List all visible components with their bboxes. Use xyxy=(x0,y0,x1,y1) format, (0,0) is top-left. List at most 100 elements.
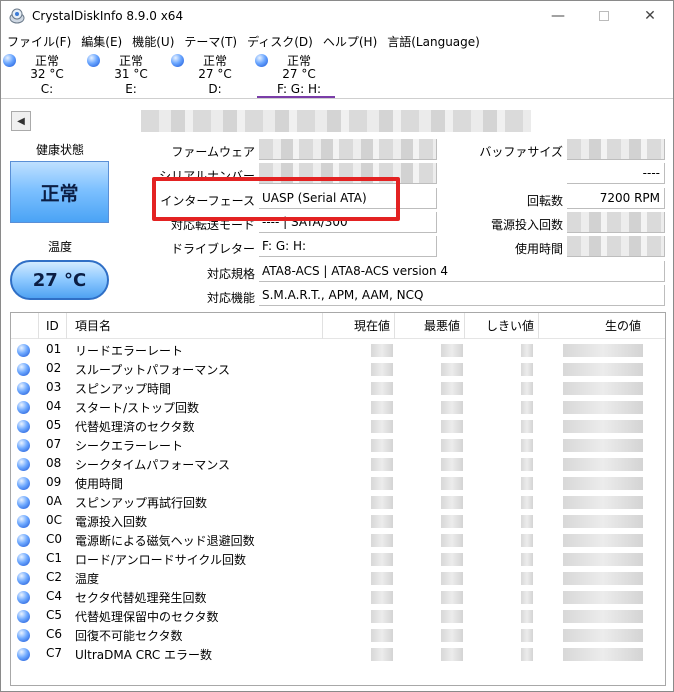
header-raw-value[interactable]: 生の値 xyxy=(539,313,643,339)
attribute-id: 08 xyxy=(46,456,62,470)
attribute-id: C6 xyxy=(46,627,63,641)
health-status-icon xyxy=(17,515,30,528)
previous-drive-button[interactable]: ◀ xyxy=(11,111,31,131)
drive-temp: 27 °C xyxy=(282,67,316,81)
health-status-button[interactable]: 正常 xyxy=(10,161,109,223)
header-attribute-name[interactable]: 項目名 xyxy=(67,313,323,339)
threshold-value-redacted xyxy=(521,496,533,509)
current-value-redacted xyxy=(371,420,393,433)
table-row[interactable]: C2 温度 xyxy=(11,569,665,588)
power-on-hours-label: 使用時間 xyxy=(514,242,563,256)
active-tab-indicator xyxy=(257,96,335,98)
menu-function[interactable]: 機能(U) xyxy=(132,33,174,50)
current-value-redacted xyxy=(371,515,393,528)
smart-attributes-table[interactable]: ID 項目名 現在値 最悪値 しきい値 生の値 01 リードエラーレート 02 スルー… xyxy=(10,312,666,686)
drive-letter: D: xyxy=(208,82,222,96)
menu-language[interactable]: 言語(Language) xyxy=(387,33,480,50)
raw-value-redacted xyxy=(563,363,643,376)
table-row[interactable]: C0 電源断による磁気ヘッド退避回数 xyxy=(11,531,665,550)
drive-letter: C: xyxy=(40,82,54,96)
header-worst[interactable]: 最悪値 xyxy=(395,313,465,339)
table-row[interactable]: 02 スループットパフォーマンス xyxy=(11,360,665,379)
current-value-redacted xyxy=(371,648,393,661)
power-on-hours-value-redacted xyxy=(567,236,665,257)
temperature-button[interactable]: 27 °C xyxy=(10,260,109,300)
threshold-value-redacted xyxy=(521,439,533,452)
health-status-icon xyxy=(17,477,30,490)
table-row[interactable]: 07 シークエラーレート xyxy=(11,436,665,455)
drive-temp: 27 °C xyxy=(198,67,232,81)
header-threshold[interactable]: しきい値 xyxy=(465,313,539,339)
features-value: S.M.A.R.T., APM, AAM, NCQ xyxy=(259,285,665,306)
title-bar: CrystalDiskInfo 8.9.0 x64 — ✕ xyxy=(1,1,673,31)
drive-tab-c[interactable]: 正常 32 °C C: xyxy=(1,51,85,98)
current-value-redacted xyxy=(371,534,393,547)
health-status-icon xyxy=(17,572,30,585)
table-row[interactable]: 03 スピンアップ時間 xyxy=(11,379,665,398)
table-row[interactable]: C6 回復不可能セクタ数 xyxy=(11,626,665,645)
standard-label: 対応規格 xyxy=(206,267,255,281)
worst-value-redacted xyxy=(441,553,463,566)
header-current[interactable]: 現在値 xyxy=(323,313,395,339)
worst-value-redacted xyxy=(441,515,463,528)
table-row[interactable]: 09 使用時間 xyxy=(11,474,665,493)
table-row[interactable]: C1 ロード/アンロードサイクル回数 xyxy=(11,550,665,569)
close-button[interactable]: ✕ xyxy=(627,1,673,31)
health-status-icon xyxy=(17,629,30,642)
drive-tab-d[interactable]: 正常 27 °C D: xyxy=(169,51,253,98)
table-row[interactable]: C7 UltraDMA CRC エラー数 xyxy=(11,645,665,664)
threshold-value-redacted xyxy=(521,401,533,414)
table-row[interactable]: 01 リードエラーレート xyxy=(11,341,665,360)
attribute-name: スピンアップ時間 xyxy=(75,382,172,396)
minimize-icon: — xyxy=(551,8,565,24)
header-id[interactable]: ID xyxy=(39,313,67,339)
current-value-redacted xyxy=(371,439,393,452)
attribute-id: C5 xyxy=(46,608,63,622)
menu-help[interactable]: ヘルプ(H) xyxy=(323,33,377,50)
firmware-value-redacted xyxy=(259,139,437,160)
table-row[interactable]: 0A スピンアップ再試行回数 xyxy=(11,493,665,512)
attribute-name: 温度 xyxy=(75,572,100,586)
table-row[interactable]: C5 代替処理保留中のセクタ数 xyxy=(11,607,665,626)
menu-edit[interactable]: 編集(E) xyxy=(81,33,122,50)
attribute-name: UltraDMA CRC エラー数 xyxy=(75,648,213,662)
drive-tab-e[interactable]: 正常 31 °C E: xyxy=(85,51,169,98)
raw-value-redacted xyxy=(563,420,643,433)
attribute-name: リードエラーレート xyxy=(75,344,184,358)
minimize-button[interactable]: — xyxy=(535,1,581,31)
attribute-id: 03 xyxy=(46,380,62,394)
drive-temp: 32 °C xyxy=(30,67,64,81)
threshold-value-redacted xyxy=(521,610,533,623)
raw-value-redacted xyxy=(563,610,643,623)
drive-letter-label: ドライブレター xyxy=(170,242,255,256)
raw-value-redacted xyxy=(563,553,643,566)
attribute-name: 代替処理保留中のセクタ数 xyxy=(75,610,219,624)
table-row[interactable]: 05 代替処理済のセクタ数 xyxy=(11,417,665,436)
threshold-value-redacted xyxy=(521,344,533,357)
drive-tab-fgh[interactable]: 正常 27 °C F: G: H: xyxy=(253,51,337,98)
attribute-name: 使用時間 xyxy=(75,477,124,491)
table-row[interactable]: 04 スタート/ストップ回数 xyxy=(11,398,665,417)
current-value-redacted xyxy=(371,382,393,395)
menu-file[interactable]: ファイル(F) xyxy=(7,33,71,50)
worst-value-redacted xyxy=(441,534,463,547)
table-row[interactable]: 0C 電源投入回数 xyxy=(11,512,665,531)
power-on-count-value-redacted xyxy=(567,212,665,233)
maximize-button[interactable] xyxy=(581,1,627,31)
buffer-size-label: バッファサイズ xyxy=(479,145,563,159)
current-value-redacted xyxy=(371,344,393,357)
attribute-name: ロード/アンロードサイクル回数 xyxy=(75,553,246,567)
health-status-icon xyxy=(17,363,30,376)
attribute-name: スループットパフォーマンス xyxy=(75,363,231,377)
attribute-id: C7 xyxy=(46,646,63,660)
menu-theme[interactable]: テーマ(T) xyxy=(184,33,237,50)
table-row[interactable]: C4 セクタ代替処理発生回数 xyxy=(11,588,665,607)
menu-disk[interactable]: ディスク(D) xyxy=(247,33,313,50)
worst-value-redacted xyxy=(441,572,463,585)
raw-value-redacted xyxy=(563,515,643,528)
app-window: CrystalDiskInfo 8.9.0 x64 — ✕ ファイル(F) 編集… xyxy=(0,0,674,692)
threshold-value-redacted xyxy=(521,534,533,547)
table-row[interactable]: 08 シークタイムパフォーマンス xyxy=(11,455,665,474)
smart-table-header: ID 項目名 現在値 最悪値 しきい値 生の値 xyxy=(11,313,665,339)
attribute-id: 09 xyxy=(46,475,62,489)
